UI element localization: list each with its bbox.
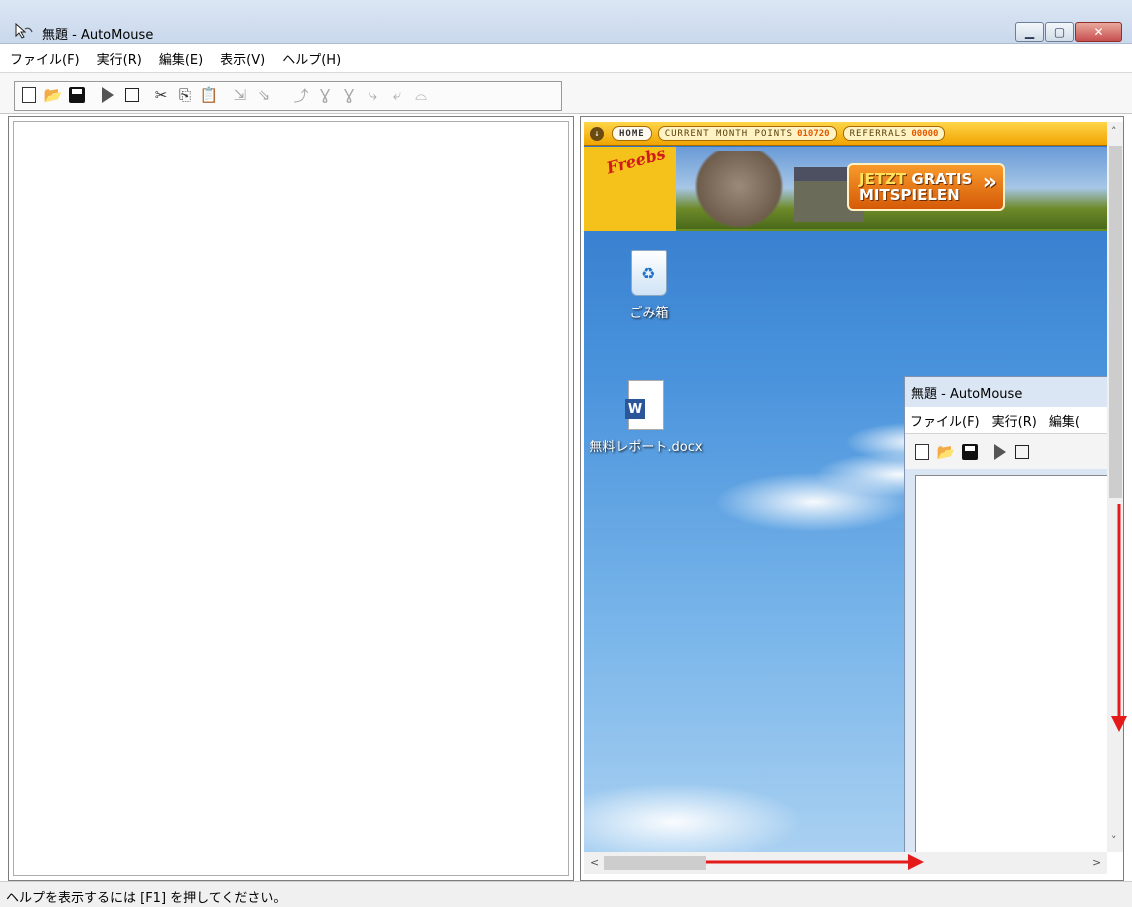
annotation-arrow-down — [1111, 504, 1127, 732]
annotation-arrows — [706, 504, 1127, 870]
status-bar: ヘルプを表示するには [F1] を押してください。 — [0, 881, 1132, 907]
status-text: ヘルプを表示するには [F1] を押してください。 — [6, 891, 287, 906]
annotation-arrow-right — [706, 854, 924, 870]
